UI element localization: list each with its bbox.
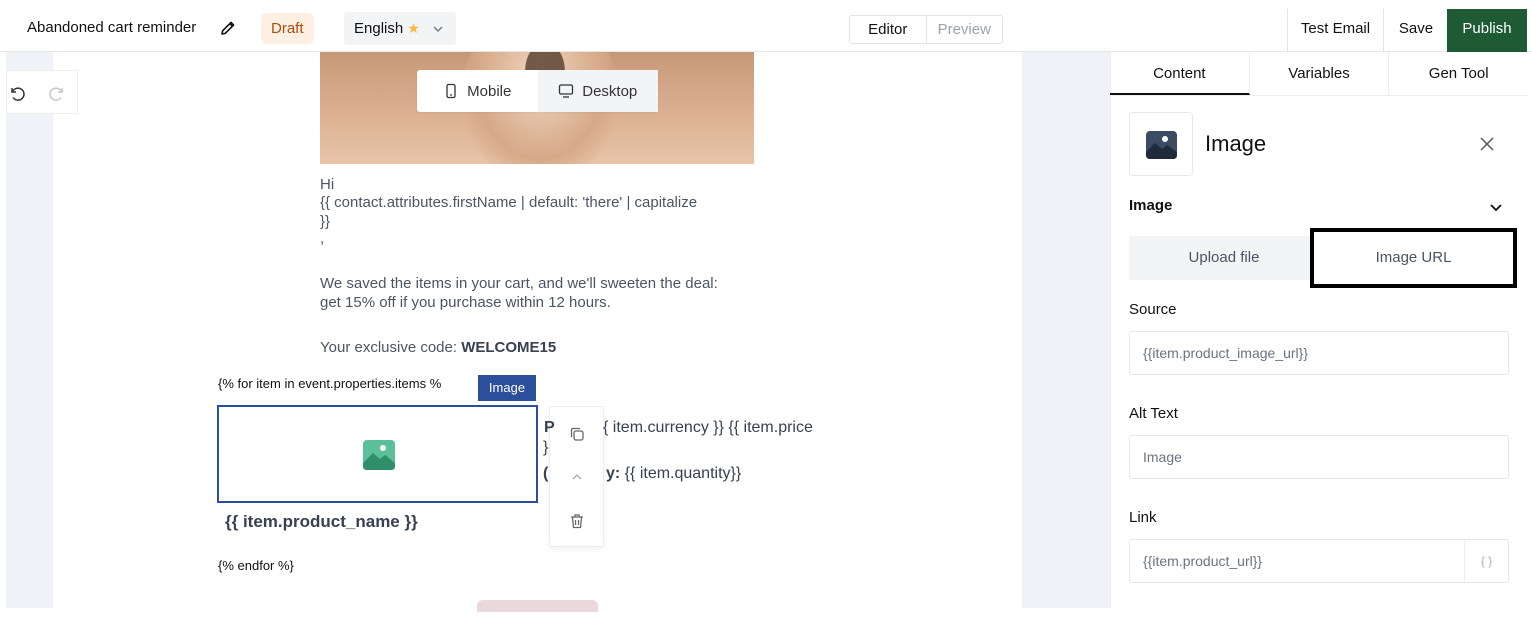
- alt-text-input[interactable]: Image: [1129, 435, 1509, 479]
- link-value: {{item.product_url}}: [1143, 553, 1263, 569]
- mobile-label: Mobile: [467, 82, 512, 100]
- undo-icon[interactable]: [7, 84, 25, 102]
- publish-button[interactable]: Publish: [1447, 9, 1527, 52]
- price-merge-tag[interactable]: { item.currency }} {{ item.price: [603, 419, 813, 437]
- image-section-header[interactable]: Image: [1129, 197, 1172, 214]
- campaign-title[interactable]: Abandoned cart reminder: [27, 19, 196, 36]
- phone-icon: [446, 83, 456, 99]
- move-up-icon[interactable]: [567, 467, 587, 487]
- product-name-tag[interactable]: {{ item.product_name }}: [225, 512, 418, 532]
- language-select[interactable]: English ★: [344, 12, 456, 45]
- pencil-icon[interactable]: [219, 19, 237, 37]
- discount-code-text[interactable]: Your exclusive code: WELCOME15: [320, 338, 556, 357]
- chevron-down-icon: [433, 26, 443, 32]
- loop-end-tag[interactable]: {% endfor %}: [218, 558, 294, 573]
- link-label: Link: [1129, 509, 1157, 526]
- test-email-button[interactable]: Test Email: [1287, 9, 1384, 52]
- status-badge: Draft: [261, 13, 314, 44]
- code-prefix: Your exclusive code:: [320, 339, 462, 356]
- desktop-option[interactable]: Desktop: [537, 70, 658, 112]
- device-preview-toggle: Mobile Desktop: [417, 70, 658, 112]
- mobile-option[interactable]: Mobile: [417, 70, 538, 112]
- panel-tabs: Content Variables Gen Tool: [1110, 52, 1528, 96]
- desktop-label: Desktop: [582, 82, 638, 100]
- redo-icon[interactable]: [49, 84, 67, 102]
- tab-editor[interactable]: Editor: [850, 16, 927, 43]
- canvas-gutter-left: [6, 52, 53, 608]
- link-input[interactable]: {{item.product_url}} { }: [1129, 539, 1509, 583]
- quantity-merge-tag[interactable]: y: {{ item.quantity}}: [606, 465, 741, 483]
- chevron-down-icon[interactable]: [1488, 199, 1504, 215]
- top-bar: Abandoned cart reminder Draft English ★ E…: [0, 0, 1532, 52]
- body-line-1[interactable]: We saved the items in your cart, and we'…: [320, 274, 718, 293]
- monitor-icon: [559, 84, 574, 98]
- source-label: Source: [1129, 301, 1177, 318]
- alt-text-label: Alt Text: [1129, 405, 1178, 422]
- discount-code: WELCOME15: [461, 339, 557, 356]
- block-toolbar: [549, 406, 604, 547]
- quantity-label-partial: (: [543, 465, 549, 482]
- price-merge-tag-close: }: [543, 439, 549, 456]
- tab-gen-tool[interactable]: Gen Tool: [1389, 52, 1528, 95]
- block-title: Image: [1205, 131, 1267, 156]
- tab-preview[interactable]: Preview: [927, 16, 1003, 43]
- trash-icon[interactable]: [567, 511, 587, 531]
- product-image-block[interactable]: [217, 405, 538, 503]
- upload-file-tab[interactable]: Upload file: [1129, 236, 1319, 280]
- canvas-gutter-right: [1022, 52, 1110, 608]
- price-label-partial: P: [544, 419, 555, 436]
- history-controls: [6, 70, 78, 114]
- save-button[interactable]: Save: [1385, 9, 1447, 52]
- language-label: English: [354, 20, 404, 37]
- close-icon[interactable]: [1477, 134, 1497, 154]
- loop-start-tag[interactable]: {% for item in event.properties.items %: [218, 376, 441, 391]
- source-url-input[interactable]: {{item.product_image_url}}: [1129, 331, 1509, 375]
- tab-content[interactable]: Content: [1110, 52, 1250, 95]
- view-mode-toggle: Editor Preview: [849, 15, 1003, 44]
- duplicate-icon[interactable]: [567, 424, 587, 444]
- image-url-tab[interactable]: Image URL: [1310, 228, 1517, 288]
- selected-block-tag: Image: [478, 375, 536, 401]
- comma-text: ,: [320, 230, 325, 247]
- star-icon: ★: [407, 20, 420, 36]
- body-line-2[interactable]: get 15% off if you purchase within 12 ho…: [320, 293, 611, 312]
- name-merge-tag[interactable]: {{ contact.attributes.firstName | defaul…: [320, 193, 697, 212]
- insert-variable-button[interactable]: { }: [1464, 540, 1508, 582]
- image-icon: [1146, 131, 1177, 159]
- block-type-icon-box: [1129, 112, 1193, 176]
- tab-variables[interactable]: Variables: [1250, 52, 1390, 95]
- cta-button-partial[interactable]: [477, 600, 598, 612]
- quantity-label-suffix: y:: [606, 465, 621, 482]
- image-placeholder-icon: [363, 440, 395, 470]
- greeting-text[interactable]: Hi: [320, 175, 334, 194]
